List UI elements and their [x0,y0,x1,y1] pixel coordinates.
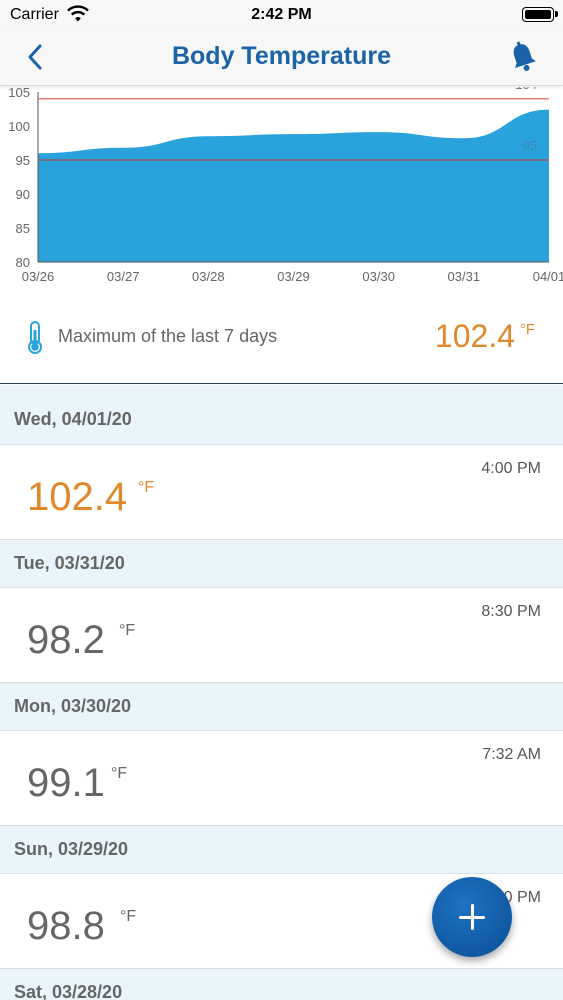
day-header-label: Mon, 03/30/20 [14,696,132,716]
add-reading-button[interactable] [432,877,512,957]
reading-temp: 98.8 [27,904,105,948]
chart-svg: 104 95 80 85 90 95 100 105 03/26 03/27 03/28 03/29 0… [8,87,563,284]
x-tick-label: 03/26 [22,269,55,284]
reading-unit: °F [111,765,128,782]
max-unit: °F [519,321,535,338]
day-header: Sun, 03/29/20 [0,826,563,874]
x-tick-label: 03/29 [277,269,310,284]
y-tick-label: 90 [16,187,30,202]
y-tick-label: 95 [16,153,30,168]
reading-time: 8:30 PM [481,603,541,620]
plus-icon-vertical [470,904,474,930]
temperature-chart: 104 95 80 85 90 95 100 105 03/26 03/27 03/28 03/29 0… [0,87,563,302]
max-label: Maximum of the last 7 days [58,326,278,346]
x-tick-label: 04/01 [533,269,563,284]
battery-icon [522,7,554,22]
status-time: 2:42 PM [251,6,312,23]
battery-tip-icon [555,11,558,17]
reading-temp: 98.2 [27,618,105,662]
navigation-bar: Body Temperature [0,30,563,86]
y-tick-label: 100 [8,119,30,134]
reading-unit: °F [119,622,136,639]
y-tick-label: 105 [8,87,30,100]
max-value: 102.4 [434,318,515,354]
reading-row[interactable]: 99.1 °F 7:32 AM [0,731,563,826]
day-header-label: Tue, 03/31/20 [14,553,125,573]
day-header-label: Wed, 04/01/20 [14,409,132,429]
y-tick-label: 85 [16,221,30,236]
reference-line-label: 104 [515,87,537,92]
reading-temp: 102.4 [27,475,128,519]
day-header-label: Sun, 03/29/20 [14,839,129,859]
day-header-label: Sat, 03/28/20 [14,982,123,1000]
reading-row[interactable]: 102.4 °F 4:00 PM [0,445,563,540]
bell-icon[interactable] [507,40,539,74]
reading-unit: °F [138,479,155,496]
reference-line-label: 95 [523,138,537,153]
day-header: Sat, 03/28/20 [0,969,563,1000]
temperature-area [38,109,549,263]
reading-unit: °F [120,908,137,925]
x-tick-label: 03/27 [107,269,140,284]
reading-time: 4:00 PM [481,460,541,477]
max-temperature-summary: Maximum of the last 7 days 102.4 °F [0,302,563,384]
day-header: Mon, 03/30/20 [0,683,563,731]
x-tick-label: 03/31 [448,269,481,284]
y-tick-label: 80 [16,255,30,270]
day-header: Tue, 03/31/20 [0,540,563,588]
day-header: Wed, 04/01/20 [0,385,563,445]
thermometer-icon [28,321,42,354]
status-bar: Carrier 2:42 PM [0,0,563,30]
page-title: Body Temperature [171,42,392,70]
reading-time: 7:32 AM [482,746,541,763]
reading-row[interactable]: 98.2 °F 8:30 PM [0,588,563,683]
x-tick-label: 03/30 [362,269,395,284]
reading-temp: 99.1 [27,761,105,805]
x-tick-label: 03/28 [192,269,225,284]
